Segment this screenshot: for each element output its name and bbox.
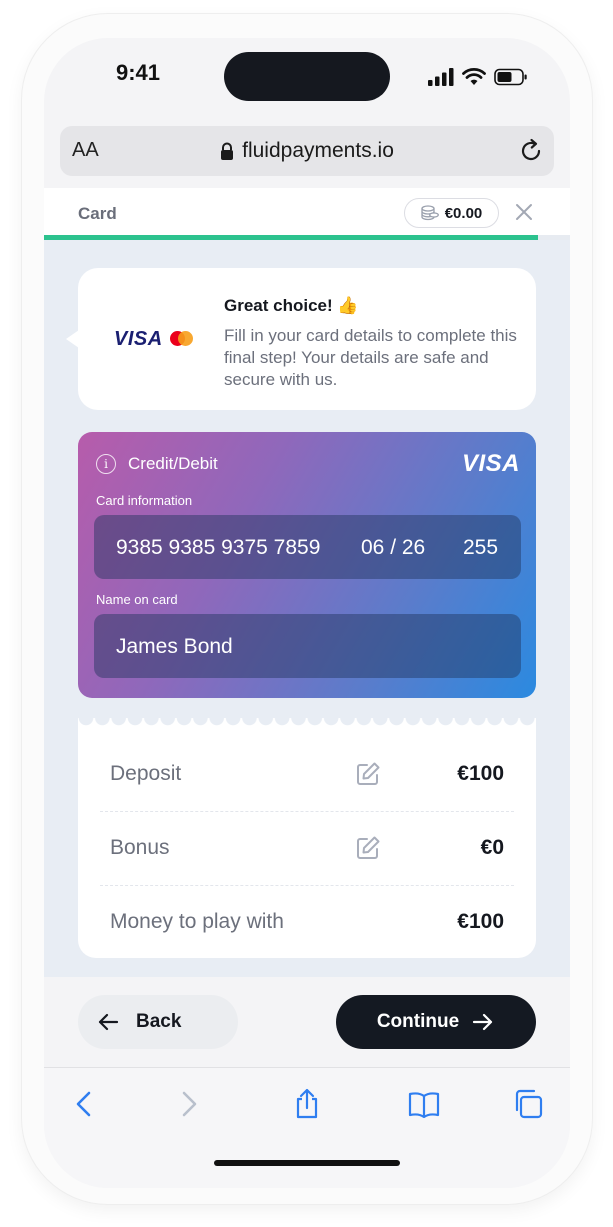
continue-button[interactable]: Continue bbox=[336, 995, 536, 1049]
info-icon[interactable]: i bbox=[96, 454, 116, 474]
address-bar[interactable]: AA fluidpayments.io bbox=[60, 126, 554, 176]
card-type: i Credit/Debit bbox=[96, 454, 218, 474]
name-on-card-label: Name on card bbox=[96, 592, 178, 607]
browser-toolbar bbox=[44, 1067, 570, 1188]
summary-receipt: Deposit €100 Bonus €0 Money to play with bbox=[78, 718, 536, 958]
status-icons bbox=[428, 68, 528, 86]
arrow-right-icon bbox=[473, 1013, 493, 1031]
info-bubble: VISA Great choice! 👍 Fill in your card d… bbox=[66, 268, 536, 410]
card-info-field[interactable]: 9385 9385 9375 7859 06 / 26 255 bbox=[94, 515, 521, 579]
summary-value: €100 bbox=[457, 762, 504, 785]
name-on-card-field[interactable]: James Bond bbox=[94, 614, 521, 678]
card-brand-logo: VISA bbox=[461, 450, 520, 477]
signal-icon bbox=[428, 68, 454, 86]
back-button-label: Back bbox=[136, 1011, 182, 1032]
payment-card: i Credit/Debit VISA Card information 938… bbox=[78, 432, 536, 698]
wifi-icon bbox=[462, 68, 486, 85]
dynamic-island bbox=[224, 52, 390, 101]
balance-value: €0.00 bbox=[444, 204, 483, 222]
text-size-button[interactable]: AA bbox=[72, 139, 99, 162]
cardholder-name[interactable]: James Bond bbox=[116, 635, 233, 659]
summary-label: Deposit bbox=[110, 762, 182, 785]
summary-row-bonus: Bonus €0 bbox=[100, 812, 514, 886]
mastercard-logo-icon bbox=[169, 330, 194, 349]
arrow-left-icon bbox=[98, 1013, 119, 1031]
coins-icon bbox=[421, 205, 439, 221]
payment-content: VISA Great choice! 👍 Fill in your card d… bbox=[44, 240, 570, 977]
summary-label: Bonus bbox=[110, 836, 170, 859]
page-title: Card bbox=[78, 204, 117, 223]
close-icon[interactable] bbox=[512, 200, 536, 224]
card-info-label: Card information bbox=[96, 493, 193, 508]
visa-logo: VISA bbox=[114, 328, 163, 350]
card-expiry[interactable]: 06 / 26 bbox=[361, 536, 425, 560]
edit-icon[interactable] bbox=[354, 760, 382, 788]
url-display[interactable]: fluidpayments.io bbox=[220, 139, 394, 163]
phone-screen: 9:41 AA fluidpayments.io Card €0.00 VISA… bbox=[44, 38, 570, 1188]
status-time: 9:41 bbox=[116, 60, 161, 85]
edit-icon[interactable] bbox=[354, 834, 382, 862]
back-button[interactable]: Back bbox=[78, 995, 238, 1049]
card-type-label: Credit/Debit bbox=[128, 454, 218, 473]
continue-button-label: Continue bbox=[376, 1011, 460, 1032]
balance-badge: €0.00 bbox=[404, 198, 499, 228]
summary-value: €0 bbox=[480, 836, 504, 859]
card-number[interactable]: 9385 9385 9375 7859 bbox=[116, 536, 320, 560]
tabs-icon[interactable] bbox=[512, 1088, 544, 1120]
bubble-text: Fill in your card details to complete th… bbox=[224, 326, 517, 389]
back-icon[interactable] bbox=[69, 1088, 101, 1120]
payment-header: Card €0.00 bbox=[44, 188, 570, 238]
bubble-title: Great choice! 👍 bbox=[224, 296, 359, 315]
bookmarks-icon[interactable] bbox=[408, 1088, 440, 1120]
forward-icon[interactable] bbox=[172, 1088, 204, 1120]
summary-value: €100 bbox=[457, 910, 504, 933]
summary-row-deposit: Deposit €100 bbox=[100, 738, 514, 812]
lock-icon bbox=[221, 142, 234, 160]
card-cvv[interactable]: 255 bbox=[463, 536, 498, 560]
reload-icon[interactable] bbox=[518, 138, 544, 164]
summary-row-total: Money to play with €100 bbox=[100, 886, 514, 960]
brand-logos: VISA bbox=[114, 328, 194, 351]
receipt-edge bbox=[78, 718, 536, 728]
url-text: fluidpayments.io bbox=[242, 139, 394, 162]
action-footer: Back Continue bbox=[44, 977, 570, 1067]
summary-label: Money to play with bbox=[110, 910, 284, 933]
share-icon[interactable] bbox=[291, 1088, 323, 1120]
battery-icon bbox=[494, 68, 527, 86]
home-indicator bbox=[214, 1160, 400, 1166]
